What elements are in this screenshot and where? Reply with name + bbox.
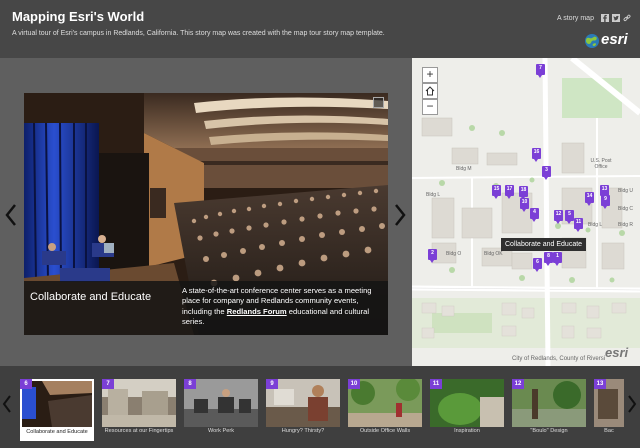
previous-arrow-icon[interactable] — [4, 203, 18, 227]
tour-carousel: 6 Collaborate and Educate 7 Resources at… — [0, 366, 640, 448]
zoom-in-button[interactable]: + — [422, 67, 438, 83]
map-marker[interactable]: 5 — [565, 210, 574, 224]
map-marker-active[interactable]: 6 — [533, 258, 542, 272]
carousel-item[interactable]: 13 Bac — [594, 379, 624, 441]
map-marker[interactable]: 3 — [542, 166, 551, 180]
link-icon[interactable] — [623, 14, 631, 22]
map-marker[interactable]: 9 — [601, 195, 610, 209]
map-label-bldg-u: Bldg U — [618, 188, 634, 194]
thumbnail-number: 9 — [266, 379, 278, 389]
map-marker[interactable]: 11 — [574, 218, 583, 232]
story-map-link[interactable]: A story map — [557, 15, 594, 22]
carousel-item[interactable]: 9 Hungry? Thirsty? — [266, 379, 340, 441]
map-marker[interactable]: 8 — [544, 252, 553, 266]
esri-globe-icon — [585, 34, 599, 48]
thumbnail-number: 11 — [430, 379, 442, 389]
thumbnail-label: Collaborate and Educate — [26, 429, 88, 435]
map-label-bldg-c: Bldg C — [618, 206, 634, 212]
redlands-forum-link[interactable]: Redlands Forum — [227, 307, 287, 316]
twitter-icon[interactable] — [612, 14, 620, 22]
caption-text: A state-of-the-art conference center ser… — [182, 286, 382, 328]
map-marker[interactable]: 16 — [532, 148, 541, 162]
carousel-previous-icon[interactable] — [2, 395, 12, 413]
carousel-item[interactable]: 11 Inspiration — [430, 379, 504, 441]
thumbnail-label: Inspiration — [454, 428, 480, 434]
map-label-bldg-o: Bldg O — [446, 251, 462, 257]
map-marker[interactable]: 7 — [536, 64, 545, 78]
page-subtitle: A virtual tour of Esri's campus in Redla… — [12, 30, 385, 37]
carousel-item-active[interactable]: 6 Collaborate and Educate — [20, 379, 94, 441]
page-title: Mapping Esri's World — [12, 9, 145, 24]
map-marker[interactable]: 2 — [428, 249, 437, 263]
map-marker[interactable]: 14 — [585, 192, 594, 206]
thumbnail-label: Resources at our Fingertips — [104, 428, 174, 434]
facebook-icon[interactable] — [601, 14, 609, 22]
carousel-item[interactable]: 10 Outside Office Walls — [348, 379, 422, 441]
map-label-bldg-m: Bldg M — [456, 166, 472, 172]
map-attribution: City of Redlands, County of Riversi — [512, 356, 606, 362]
thumbnail-number: 8 — [184, 379, 196, 389]
thumbnail-number: 12 — [512, 379, 524, 389]
zoom-out-button[interactable]: − — [422, 99, 438, 115]
map-label-post-office: U.S. Post Office — [590, 158, 612, 170]
map-marker[interactable]: 10 — [520, 198, 529, 212]
esri-logo-text: esri — [601, 31, 628, 48]
map-marker[interactable]: 4 — [530, 208, 539, 222]
next-arrow-icon[interactable] — [393, 203, 407, 227]
thumbnail-label: Outside Office Walls — [359, 428, 411, 434]
carousel-item[interactable]: 7 Resources at our Fingertips — [102, 379, 176, 441]
carousel-item[interactable]: 8 Work Perk — [184, 379, 258, 441]
thumbnail-number: 6 — [20, 379, 32, 389]
tour-map[interactable]: + − Bldg M Bldg L Bldg O Bldg OK U.S. Po… — [412, 58, 640, 366]
map-label-bldg-l: Bldg L — [426, 192, 441, 198]
caption-panel: Collaborate and Educate A state-of-the-a… — [24, 281, 388, 335]
thumbnail-number: 7 — [102, 379, 114, 389]
thumbnail-label: Work Perk — [207, 428, 234, 434]
map-basemap — [412, 58, 640, 366]
story-map-app: Mapping Esri's World A virtual tour of E… — [0, 0, 640, 448]
map-marker[interactable]: 12 — [554, 210, 563, 224]
map-marker[interactable]: 17 — [505, 185, 514, 199]
thumbnail-image — [22, 381, 92, 427]
carousel-item[interactable]: 12 "Boulo" Design — [512, 379, 586, 441]
home-button[interactable] — [422, 83, 438, 99]
map-tooltip: Collaborate and Educate — [501, 238, 587, 251]
map-esri-logo: esri — [605, 345, 629, 360]
media-panel: Collaborate and Educate A state-of-the-a… — [0, 58, 412, 366]
map-label-bldg-l-east: Bldg L — [588, 222, 603, 228]
header: Mapping Esri's World A virtual tour of E… — [0, 0, 640, 58]
map-marker[interactable]: 1 — [553, 252, 562, 266]
caption-title: Collaborate and Educate — [30, 291, 152, 303]
carousel-next-icon[interactable] — [627, 395, 637, 413]
thumbnail-label: Bac — [604, 428, 614, 434]
thumbnail-number: 13 — [594, 379, 606, 389]
thumbnail-number: 10 — [348, 379, 360, 389]
map-marker[interactable]: 18 — [519, 186, 528, 200]
map-marker[interactable]: 15 — [492, 185, 501, 199]
map-label-bldg-ok: Bldg OK — [484, 251, 503, 257]
thumbnail-label: Hungry? Thirsty? — [281, 428, 325, 434]
expand-icon[interactable] — [373, 97, 384, 108]
media-photo: Collaborate and Educate A state-of-the-a… — [24, 93, 388, 335]
thumbnail-label: "Boulo" Design — [530, 428, 568, 434]
home-icon — [425, 86, 435, 96]
map-label-bldg-r: Bldg R — [618, 222, 634, 228]
